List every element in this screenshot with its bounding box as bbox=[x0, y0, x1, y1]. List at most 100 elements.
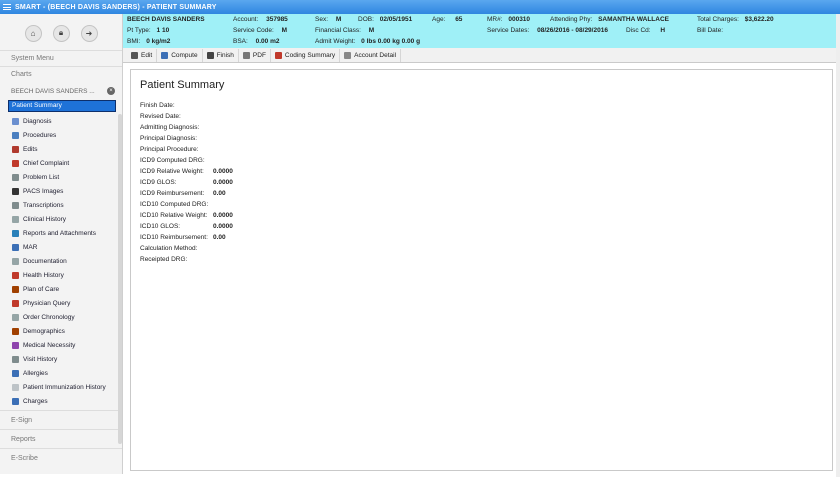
pt-type-value: 1 10 bbox=[156, 27, 170, 34]
summary-field: Revised Date: bbox=[140, 113, 181, 120]
total-charges-value: $3,622.20 bbox=[744, 16, 774, 23]
visit-history-icon bbox=[12, 355, 19, 363]
account-detail-button[interactable]: Account Detail bbox=[340, 48, 402, 62]
home-icon[interactable]: ⌂ bbox=[24, 24, 42, 42]
sidebar-item-documentation[interactable]: Documentation bbox=[0, 254, 122, 268]
sidebar-item-patient-summary[interactable]: Patient Summary bbox=[8, 100, 116, 112]
sidebar-item-label: Edits bbox=[23, 145, 38, 153]
patient-chart-name: BEECH DAVIS SANDERS ... bbox=[11, 88, 95, 95]
disc-cd-value: H bbox=[660, 27, 666, 34]
sidebar-item-pacs-images[interactable]: PACS Images bbox=[0, 184, 122, 198]
charges-icon bbox=[12, 397, 19, 405]
sidebar-item-patient-immunization-history[interactable]: Patient Immunization History bbox=[0, 380, 122, 394]
sidebar-item-charges[interactable]: Charges bbox=[0, 394, 122, 408]
problem-list-icon bbox=[12, 173, 19, 181]
sidebar-bottom-menus: E-Sign Reports E-Scribe bbox=[0, 410, 122, 467]
logout-icon[interactable]: ➜ bbox=[80, 24, 98, 42]
toolbar-button-label: Edit bbox=[141, 51, 153, 59]
coding-summary-icon bbox=[274, 51, 282, 59]
window-title: SMART - (BEECH DAVIS SANDERS) - PATIENT … bbox=[15, 3, 217, 11]
sidebar-item-label: PACS Images bbox=[23, 187, 64, 195]
sex-label: Sex: bbox=[315, 16, 329, 23]
sidebar-item-physician-query[interactable]: Physician Query bbox=[0, 296, 122, 310]
close-chart-icon[interactable]: × bbox=[107, 87, 115, 95]
edits-icon bbox=[12, 145, 19, 153]
bill-date-label: Bill Date: bbox=[697, 27, 724, 34]
summary-field-label: Principal Procedure: bbox=[140, 146, 199, 153]
sidebar-item-label: Diagnosis bbox=[23, 117, 52, 125]
charts-menu[interactable]: Charts bbox=[0, 66, 122, 81]
account-detail-icon bbox=[344, 51, 352, 59]
summary-field-label: ICD10 GLOS: bbox=[140, 223, 181, 230]
sidebar-item-plan-of-care[interactable]: Plan of Care bbox=[0, 282, 122, 296]
window-edge bbox=[836, 14, 840, 477]
pdf-button[interactable]: PDF bbox=[239, 48, 271, 62]
menu-e-scribe[interactable]: E-Scribe bbox=[0, 448, 122, 467]
sidebar-item-edits[interactable]: Edits bbox=[0, 142, 122, 156]
summary-field-label: Admitting Diagnosis: bbox=[140, 124, 200, 131]
menu-icon[interactable] bbox=[3, 3, 11, 11]
summary-field-label: Finish Date: bbox=[140, 102, 175, 109]
mr-value: 000310 bbox=[508, 16, 531, 23]
menu-reports[interactable]: Reports bbox=[0, 429, 122, 448]
service-dates-value: 08/26/2016 - 08/29/2016 bbox=[537, 27, 608, 34]
sidebar-scrollbar[interactable] bbox=[118, 114, 122, 444]
sidebar-item-problem-list[interactable]: Problem List bbox=[0, 170, 122, 184]
summary-field-value: 0.00 bbox=[213, 234, 226, 241]
sidebar-item-allergies[interactable]: Allergies bbox=[0, 366, 122, 380]
sidebar-item-label: Demographics bbox=[23, 327, 65, 335]
mr-label: MR#: bbox=[487, 16, 503, 23]
bsa-value: 0.00 m2 bbox=[255, 38, 280, 45]
sidebar-item-label: Medical Necessity bbox=[23, 341, 76, 349]
sidebar-item-label: Documentation bbox=[23, 257, 67, 265]
health-history-icon bbox=[12, 271, 19, 279]
summary-field-label: ICD10 Reimbursement: bbox=[140, 234, 208, 241]
edit-button[interactable]: Edit bbox=[127, 48, 158, 62]
sidebar-item-health-history[interactable]: Health History bbox=[0, 268, 122, 282]
summary-field: ICD10 Computed DRG: bbox=[140, 201, 208, 208]
toolbar-button-label: PDF bbox=[252, 51, 266, 59]
transcriptions-icon bbox=[12, 201, 19, 209]
sidebar-item-procedures[interactable]: Procedures bbox=[0, 128, 122, 142]
attending-value: SAMANTHA WALLACE bbox=[598, 16, 669, 23]
financial-class-label: Financial Class: bbox=[315, 27, 361, 34]
account-value: 357985 bbox=[266, 16, 288, 23]
sidebar-item-label: Chief Complaint bbox=[23, 159, 70, 167]
summary-field-value: 0.0000 bbox=[213, 212, 233, 219]
summary-field-label: ICD9 Computed DRG: bbox=[140, 157, 205, 164]
sidebar-item-label: Clinical History bbox=[23, 215, 66, 223]
menu-e-sign[interactable]: E-Sign bbox=[0, 410, 122, 429]
patient-name: BEECH DAVIS SANDERS bbox=[127, 16, 205, 23]
patient-summary-panel: Patient Summary Finish Date: Revised Date… bbox=[130, 69, 833, 471]
bmi-label: BMI: bbox=[127, 38, 141, 45]
sidebar-item-transcriptions[interactable]: Transcriptions bbox=[0, 198, 122, 212]
coding-summary-button[interactable]: Coding Summary bbox=[271, 48, 341, 62]
mar-icon bbox=[12, 243, 19, 251]
sidebar-item-diagnosis[interactable]: Diagnosis bbox=[0, 114, 122, 128]
summary-field-label: ICD9 Relative Weight: bbox=[140, 168, 204, 175]
sidebar-item-order-chronology[interactable]: Order Chronology bbox=[0, 310, 122, 324]
lock-icon[interactable]: 🔒︎ bbox=[52, 24, 70, 42]
sidebar-item-mar[interactable]: MAR bbox=[0, 240, 122, 254]
patient-header: BEECH DAVIS SANDERS Account: 357985 Sex:… bbox=[123, 14, 840, 48]
compute-button[interactable]: Compute bbox=[157, 48, 203, 62]
sidebar-item-demographics[interactable]: Demographics bbox=[0, 324, 122, 338]
system-menu[interactable]: System Menu bbox=[0, 50, 122, 65]
sidebar-item-label: Plan of Care bbox=[23, 285, 60, 293]
clinical-history-icon bbox=[12, 215, 19, 223]
financial-class-value: M bbox=[368, 27, 375, 34]
service-dates-label: Service Dates: bbox=[487, 27, 530, 34]
finish-button[interactable]: Finish bbox=[203, 48, 239, 62]
age-label: Age: bbox=[432, 16, 446, 23]
patient-chart-header[interactable]: BEECH DAVIS SANDERS ... × bbox=[0, 84, 122, 99]
summary-field-label: ICD10 Relative Weight: bbox=[140, 212, 208, 219]
summary-field-label: ICD9 GLOS: bbox=[140, 179, 177, 186]
sidebar-item-medical-necessity[interactable]: Medical Necessity bbox=[0, 338, 122, 352]
diagnosis-icon bbox=[12, 117, 19, 125]
admit-weight-value: 0 lbs 0.00 kg 0.00 g bbox=[361, 38, 421, 45]
toolbar: Edit Compute Finish PDF Coding Summary Accoun… bbox=[123, 48, 840, 63]
sidebar-item-chief-complaint[interactable]: Chief Complaint bbox=[0, 156, 122, 170]
sidebar-item-reports-and-attachments[interactable]: Reports and Attachments bbox=[0, 226, 122, 240]
sidebar-item-visit-history[interactable]: Visit History bbox=[0, 352, 122, 366]
sidebar-item-clinical-history[interactable]: Clinical History bbox=[0, 212, 122, 226]
